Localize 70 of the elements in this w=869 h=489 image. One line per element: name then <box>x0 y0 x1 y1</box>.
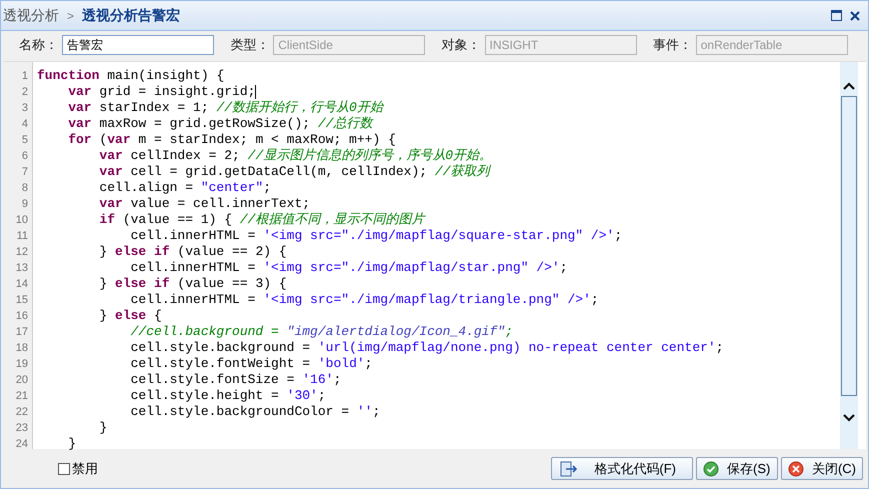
code-line: var grid = insight.grid; <box>67 84 256 100</box>
line-number: 9 <box>20 197 29 212</box>
line-number: 7 <box>20 165 29 180</box>
line-number: 23 <box>14 421 29 436</box>
code-line: cell.innerHTML = '<img src="./img/mapflag/star.png" />'; <box>130 260 568 276</box>
line-number: 2 <box>20 85 29 100</box>
line-number: 13 <box>14 261 29 276</box>
line-number: 4 <box>20 117 29 132</box>
code-line: cell.style.fontWeight = 'bold'; <box>130 356 372 372</box>
check-icon <box>703 460 719 476</box>
scroll-down-icon[interactable] <box>843 414 855 422</box>
field-label: 事件： <box>652 36 692 54</box>
checkbox[interactable] <box>58 462 70 474</box>
close-icon[interactable] <box>850 10 860 20</box>
line-number: 16 <box>14 309 29 324</box>
window-title: 透视分析告警宏 <box>82 6 180 25</box>
close-button[interactable]: 关闭(C) <box>781 457 863 480</box>
code-line: cell.innerHTML = '<img src="./img/mapflag/square-star.png" />'; <box>130 228 622 244</box>
code-line: function main(insight) { <box>37 68 224 84</box>
line-number: 22 <box>14 405 29 420</box>
code-line: cell.innerHTML = '<img src="./img/mapflag/triangle.png" />'; <box>130 292 599 308</box>
line-number: 3 <box>20 101 29 116</box>
line-number: 11 <box>16 229 29 244</box>
line-number: 19 <box>14 357 29 372</box>
scroll-up-icon[interactable] <box>843 82 855 90</box>
code-line: cell.align = "center"; <box>98 180 272 196</box>
field-label: 名称： <box>19 36 58 54</box>
code-line: } <box>67 436 76 452</box>
code-line: //cell.background = "img/alertdialog/Icon_4.gif"; <box>130 324 513 340</box>
code-line: var cell = grid.getDataCell(m, cellIndex); //获取列 <box>98 164 490 180</box>
line-number: 1 <box>20 69 29 84</box>
cancel-icon <box>788 460 804 476</box>
code-line: } else { <box>98 308 162 324</box>
code-line: cell.style.background = 'url(img/mapflag/none.png) no-repeat center center'; <box>130 340 724 356</box>
line-number: 15 <box>14 293 29 308</box>
code-line: cell.style.fontSize = '16'; <box>130 372 342 388</box>
format-icon <box>560 460 578 476</box>
line-number: 24 <box>14 437 29 452</box>
field-label: 对象： <box>442 36 480 54</box>
checkbox-label: 禁用 <box>72 460 98 478</box>
code-line: var value = cell.innerText; <box>98 196 310 212</box>
code-line: var cellIndex = 2; //显示图片信息的列序号，序号从0开始。 <box>98 148 492 164</box>
line-number: 12 <box>14 245 29 260</box>
save-button[interactable]: 保存(S) <box>696 457 778 480</box>
code-line: cell.style.backgroundColor = ''; <box>130 404 380 420</box>
line-number: 8 <box>20 181 29 196</box>
scrollbar-thumb[interactable] <box>841 96 857 396</box>
breadcrumb-separator: > <box>66 8 76 24</box>
breadcrumb-link[interactable]: 透视分析 <box>3 5 59 26</box>
code-line: } else if (value == 2) { <box>98 244 287 260</box>
text-field[interactable]: 告警宏 <box>62 35 214 55</box>
line-number: 18 <box>14 341 29 356</box>
code-line: } else if (value == 3) { <box>98 276 287 292</box>
line-number: 17 <box>14 325 29 340</box>
line-number: 5 <box>20 133 29 148</box>
code-line: var starIndex = 1; //数据开始行，行号从0开始 <box>67 100 383 116</box>
code-line: for (var m = starIndex; m < maxRow; m++) { <box>67 132 396 148</box>
line-number: 6 <box>20 149 29 164</box>
code-line: if (value == 1) { //根据值不同，显示不同的图片 <box>98 212 424 228</box>
code-line: cell.style.height = '30'; <box>130 388 326 404</box>
field-label: 类型： <box>230 36 270 54</box>
format-button[interactable]: 格式化代码(F) <box>551 457 693 480</box>
line-number: 10 <box>14 213 29 228</box>
code-line: var maxRow = grid.getRowSize(); //总行数 <box>67 116 372 132</box>
line-number: 20 <box>14 373 29 388</box>
maximize-icon[interactable] <box>831 10 842 21</box>
line-number: 14 <box>14 277 29 292</box>
scrollbar[interactable] <box>840 62 858 449</box>
code-line: } <box>98 420 108 436</box>
line-number: 21 <box>14 389 29 404</box>
